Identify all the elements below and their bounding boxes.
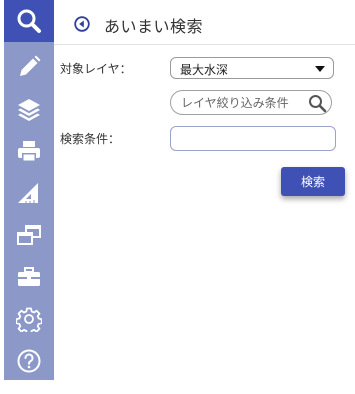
- toolbox-icon: [18, 267, 40, 286]
- help-icon: [17, 349, 41, 373]
- sidebar-item-windows[interactable]: [4, 214, 54, 256]
- ruler-icon: [18, 183, 38, 203]
- gear-icon: [16, 307, 42, 332]
- chevron-down-icon: [315, 66, 325, 72]
- layers-icon: [18, 99, 40, 121]
- sidebar: [4, 0, 54, 380]
- layer-label: 対象レイヤ：: [60, 62, 132, 76]
- pencil-icon: [20, 55, 41, 76]
- layer-filter-field: [170, 90, 332, 115]
- sidebar-item-layers[interactable]: [4, 88, 54, 130]
- search-panel: あいまい検索 対象レイヤ： 最大水深 検索条件： 検索: [54, 0, 355, 394]
- sidebar-item-draw[interactable]: [4, 46, 54, 88]
- back-arrow-icon[interactable]: [74, 16, 90, 32]
- app-window: あいまい検索 対象レイヤ： 最大水深 検索条件： 検索: [0, 0, 355, 394]
- printer-icon: [18, 141, 40, 161]
- sidebar-item-settings[interactable]: [4, 298, 54, 340]
- search-button[interactable]: 検索: [281, 167, 345, 196]
- sidebar-item-search[interactable]: [4, 0, 54, 42]
- sidebar-item-measure[interactable]: [4, 172, 54, 214]
- condition-label: 検索条件：: [60, 132, 121, 146]
- page-title: あいまい検索: [104, 17, 204, 36]
- condition-input[interactable]: [170, 126, 336, 151]
- search-icon: [17, 9, 41, 33]
- layer-select[interactable]: 最大水深: [170, 57, 334, 79]
- layer-select-value: 最大水深: [180, 63, 229, 77]
- layer-filter-input[interactable]: [181, 94, 299, 111]
- sidebar-item-help[interactable]: [4, 340, 54, 382]
- sidebar-item-print[interactable]: [4, 130, 54, 172]
- sidebar-item-tools[interactable]: [4, 256, 54, 298]
- windows-icon: [17, 225, 41, 245]
- panel-header: あいまい検索: [54, 0, 355, 45]
- filter-search-icon[interactable]: [308, 94, 327, 113]
